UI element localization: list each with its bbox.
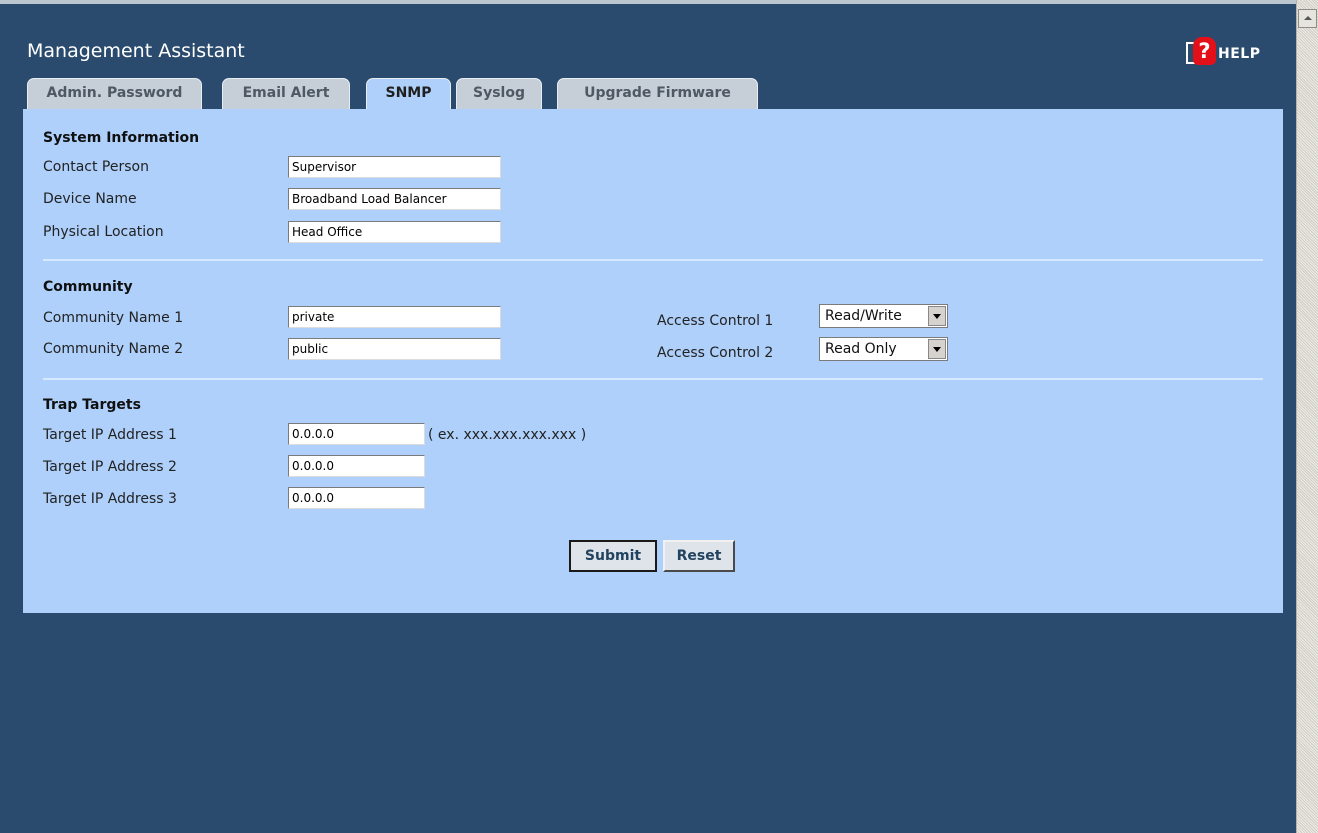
community-heading: Community [43,279,133,295]
section-divider [43,378,1263,380]
community-name-2-input[interactable] [288,338,501,360]
vertical-scrollbar[interactable] [1296,0,1318,833]
section-divider [43,259,1263,261]
tab-email-alert[interactable]: Email Alert [222,78,350,109]
scroll-up-arrow-icon[interactable] [1298,9,1317,28]
target-ip-1-input[interactable] [288,423,425,445]
window-top-border [0,0,1296,4]
tab-admin-password[interactable]: Admin. Password [27,78,202,109]
system-information-heading: System Information [43,130,200,146]
snmp-panel: System Information Contact Person Device… [23,109,1283,613]
access-control-1-label: Access Control 1 [657,313,774,329]
target-ip-2-label: Target IP Address 2 [43,459,177,475]
device-name-input[interactable] [288,188,501,210]
app-title: Management Assistant [27,40,245,62]
target-ip-1-label: Target IP Address 1 [43,427,177,443]
tab-upgrade-firmware[interactable]: Upgrade Firmware [557,78,758,109]
trap-targets-heading: Trap Targets [43,397,141,413]
physical-location-label: Physical Location [43,224,164,240]
chevron-down-icon[interactable] [928,339,946,359]
target-ip-3-label: Target IP Address 3 [43,491,177,507]
community-name-2-label: Community Name 2 [43,341,184,357]
access-control-2-select[interactable]: Read Only [819,337,948,361]
community-name-1-label: Community Name 1 [43,310,184,326]
access-control-1-select[interactable]: Read/Write [819,304,948,328]
help-label: HELP [1218,46,1261,62]
ip-format-hint: ( ex. xxx.xxx.xxx.xxx ) [428,427,587,443]
physical-location-input[interactable] [288,221,501,243]
tab-syslog[interactable]: Syslog [456,78,542,109]
community-name-1-input[interactable] [288,306,501,328]
reset-button[interactable]: Reset [663,540,735,572]
access-control-2-value: Read Only [825,341,897,357]
target-ip-3-input[interactable] [288,487,425,509]
target-ip-2-input[interactable] [288,455,425,477]
help-question-icon: ? [1193,37,1216,65]
access-control-2-label: Access Control 2 [657,345,774,361]
submit-button[interactable]: Submit [569,540,657,572]
chevron-down-icon[interactable] [928,306,946,326]
contact-person-label: Contact Person [43,159,149,175]
contact-person-input[interactable] [288,156,501,178]
tab-snmp[interactable]: SNMP [366,78,451,109]
access-control-1-value: Read/Write [825,308,902,324]
device-name-label: Device Name [43,191,137,207]
